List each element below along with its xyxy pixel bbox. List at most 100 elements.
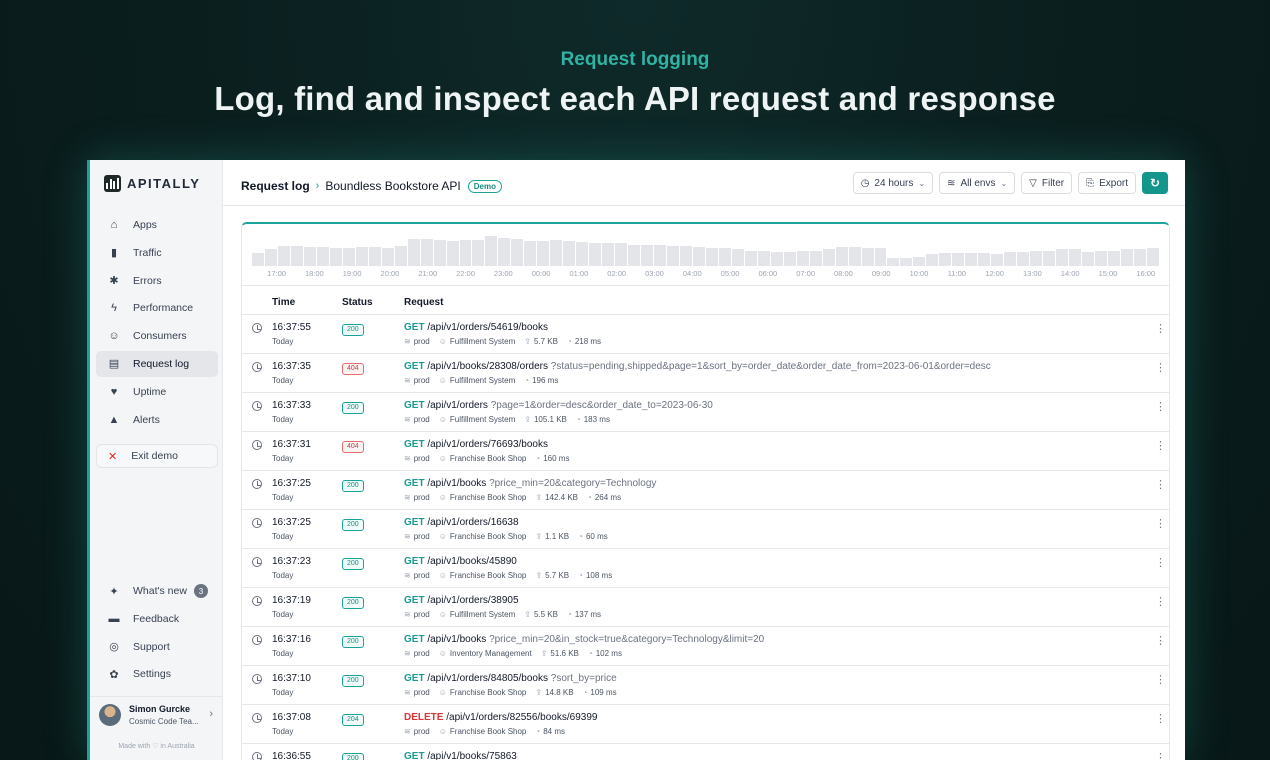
status-badge: 200 <box>342 324 364 336</box>
consumer-tag: ☺ Fulfillment System <box>439 610 516 619</box>
sidebar-item-support[interactable]: ◎ Support <box>96 634 218 660</box>
response-time-value: 160 ms <box>543 454 570 463</box>
table-row[interactable]: 16:37:25 Today 200 GET /api/v1/orders/16638… <box>242 510 1169 549</box>
response-time: ◔ 102 ms <box>588 649 622 658</box>
layers-icon: ≋ <box>404 688 411 697</box>
sidebar-item-errors[interactable]: ✱ Errors <box>96 268 218 294</box>
env-name: prod <box>413 532 430 541</box>
more-vertical-icon[interactable]: ⋮ <box>1155 324 1166 335</box>
table-row[interactable]: 16:37:08 Today 204 DELETE /api/v1/orders/82… <box>242 705 1169 744</box>
env-name: prod <box>413 337 430 346</box>
more-vertical-icon[interactable]: ⋮ <box>1155 675 1166 686</box>
more-vertical-icon[interactable]: ⋮ <box>1155 519 1166 530</box>
table-row[interactable]: 16:37:25 Today 200 GET /api/v1/books ?price… <box>242 471 1169 510</box>
histogram-bar <box>1107 250 1120 266</box>
table-row[interactable]: 16:37:10 Today 200 GET /api/v1/orders/84805… <box>242 666 1169 705</box>
request-histogram[interactable] <box>252 234 1159 266</box>
env-name: prod <box>413 727 430 736</box>
logo[interactable]: APITALLY <box>104 175 200 192</box>
request-day: Today <box>272 532 294 541</box>
table-row[interactable]: 16:36:55Today200GET /api/v1/books/75863≋… <box>242 744 1169 760</box>
histogram-tick-label: 13:00 <box>1023 269 1042 278</box>
export-button[interactable]: ⎘ Export <box>1078 172 1136 194</box>
sidebar-item-request-log[interactable]: ▤ Request log <box>96 350 218 377</box>
env-tag: ≋ prod <box>404 493 430 502</box>
more-vertical-icon[interactable]: ⋮ <box>1155 558 1166 569</box>
more-vertical-icon[interactable]: ⋮ <box>1155 363 1166 374</box>
exit-demo-button[interactable]: ✕ Exit demo <box>96 444 218 468</box>
sidebar-item-what-s-new[interactable]: ✦ What's new 3 <box>96 578 218 604</box>
env-select[interactable]: ≋ All envs ⌄ <box>939 172 1016 194</box>
status-badge: 200 <box>342 402 364 414</box>
more-vertical-icon[interactable]: ⋮ <box>1155 714 1166 725</box>
histogram-tick-label: 09:00 <box>871 269 891 278</box>
sidebar-item-alerts[interactable]: ▲ Alerts <box>96 407 218 433</box>
request-log-panel: 17:00 18:00 19:00 20:00 21:00 22:00 23:00 00:00… <box>241 222 1170 760</box>
http-method: DELETE <box>404 712 444 723</box>
refresh-button[interactable]: ↻ <box>1142 172 1168 194</box>
more-vertical-icon[interactable]: ⋮ <box>1155 441 1166 452</box>
histogram-bar <box>848 247 861 266</box>
consumer-tag: ☺ Franchise Book Shop <box>439 688 527 697</box>
table-row[interactable]: 16:37:35 Today 404 GET /api/v1/books/28308/… <box>242 354 1169 393</box>
request-time: 16:37:31 <box>272 439 311 450</box>
stopwatch-icon: ◔ <box>566 610 572 619</box>
clock-icon <box>252 557 262 567</box>
response-time-value: 60 ms <box>585 532 608 541</box>
sidebar-bottom-nav: ✦ What's new 3 ▬ Feedback ◎ Support ✿ Settings <box>96 578 218 689</box>
users-icon: ☺ <box>438 454 447 463</box>
more-vertical-icon[interactable]: ⋮ <box>1155 402 1166 413</box>
lifebuoy-icon: ◎ <box>109 641 119 654</box>
histogram-tick-label: 16:00 <box>1136 269 1156 278</box>
more-vertical-icon[interactable]: ⋮ <box>1155 753 1166 760</box>
http-method: GET <box>404 322 425 333</box>
response-time: ◔ 183 ms <box>576 415 610 424</box>
response-size: ⇪ 14.8 KB <box>535 688 573 697</box>
more-vertical-icon[interactable]: ⋮ <box>1155 480 1166 491</box>
sidebar-item-uptime[interactable]: ♥ Uptime <box>96 379 218 405</box>
sidebar-item-apps[interactable]: ⌂ Apps <box>96 212 218 238</box>
sidebar-item-consumers[interactable]: ☺ Consumers <box>96 323 218 349</box>
hero-title: Log, find and inspect each API request a… <box>214 80 1056 117</box>
table-row[interactable]: 16:37:33 Today 200 GET /api/v1/orders ?page… <box>242 393 1169 432</box>
period-select[interactable]: ◷ 24 hours ⌄ <box>852 172 934 194</box>
sidebar-item-feedback[interactable]: ▬ Feedback <box>96 606 218 632</box>
users-icon: ☺ <box>438 376 447 385</box>
more-vertical-icon[interactable]: ⋮ <box>1155 597 1166 608</box>
sidebar-item-label: Errors <box>133 274 162 287</box>
stopwatch-icon: ◔ <box>535 727 541 736</box>
request-path: /api/v1/orders <box>427 400 488 411</box>
bell-icon: ▲ <box>108 413 120 426</box>
table-row[interactable]: 16:37:16 Today 200 GET /api/v1/books ?price… <box>242 627 1169 666</box>
histogram-bar <box>952 252 965 266</box>
filter-button[interactable]: ▽ Filter <box>1021 172 1073 194</box>
consumer-name: Franchise Book Shop <box>449 727 527 736</box>
histogram-bar <box>355 247 368 266</box>
histogram-tick-label: 02:00 <box>607 269 627 278</box>
histogram-bar <box>1030 250 1043 266</box>
http-method: GET <box>404 439 425 450</box>
user-menu[interactable]: Simon Gurcke Cosmic Code Tea... › <box>90 696 223 732</box>
table-row[interactable]: 16:37:23 Today 200 GET /api/v1/books/45890 ≋… <box>242 549 1169 588</box>
table-row[interactable]: 16:37:55 Today 200 GET /api/v1/orders/54619… <box>242 315 1169 354</box>
sidebar-item-settings[interactable]: ✿ Settings <box>96 661 218 687</box>
histogram-bar <box>290 245 303 266</box>
response-time: ◔ 109 ms <box>583 688 617 697</box>
histogram-bar <box>576 242 589 266</box>
response-size: ⇪ 5.7 KB <box>524 337 558 346</box>
request-line: GET /api/v1/orders/84805/books ?sort_by=… <box>404 673 617 684</box>
app-selector[interactable]: Boundless Bookstore API <box>325 179 460 193</box>
request-meta: ≋ prod ☺ Franchise Book Shop ◔ 160 ms <box>404 454 569 463</box>
sidebar-item-performance[interactable]: ϟ Performance <box>96 295 218 321</box>
request-time: 16:37:35 <box>272 361 311 372</box>
breadcrumb-root[interactable]: Request log <box>241 179 310 193</box>
chevron-down-icon: ⌄ <box>918 178 926 188</box>
layers-icon: ≋ <box>947 177 956 189</box>
more-vertical-icon[interactable]: ⋮ <box>1155 636 1166 647</box>
histogram-bar <box>550 239 563 266</box>
table-row[interactable]: 16:37:19 Today 200 GET /api/v1/orders/38905… <box>242 588 1169 627</box>
response-time-value: 84 ms <box>543 727 566 736</box>
table-row[interactable]: 16:37:31 Today 404 GET /api/v1/orders/76693… <box>242 432 1169 471</box>
histogram-bar <box>809 250 822 266</box>
sidebar-item-traffic[interactable]: ▮ Traffic <box>96 240 218 266</box>
